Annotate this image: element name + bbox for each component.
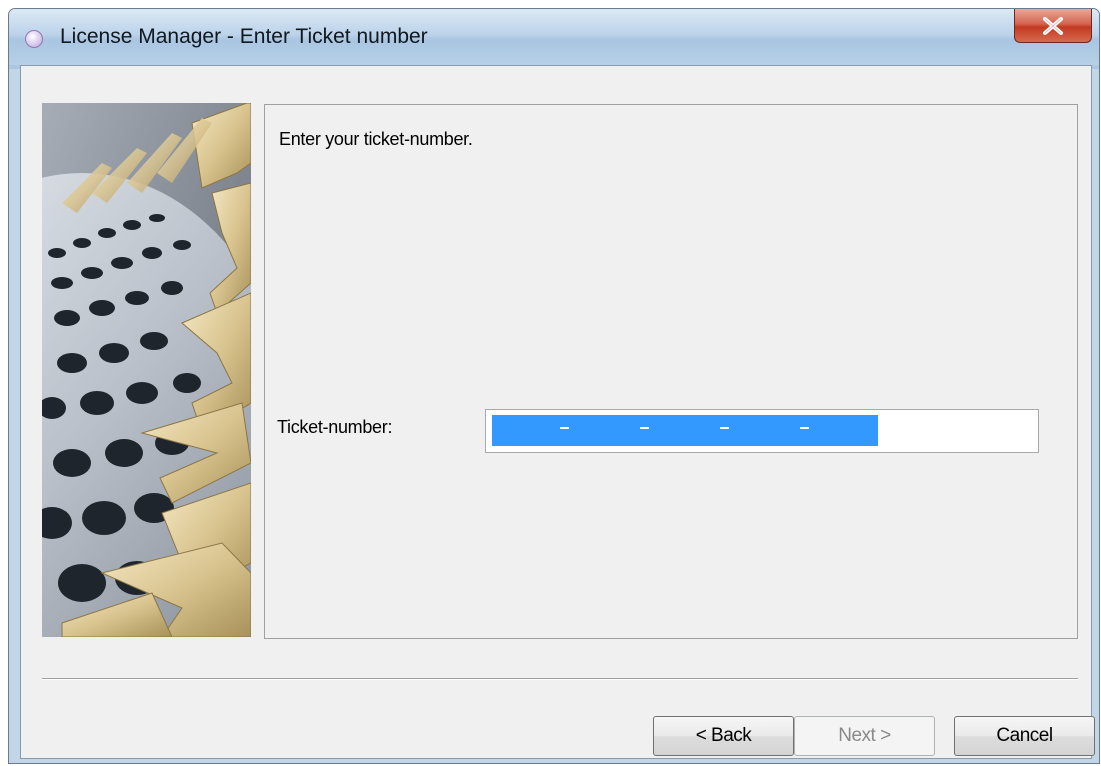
close-button[interactable] (1014, 9, 1092, 43)
wizard-side-image (42, 103, 251, 637)
dialog-client-area: Enter your ticket-number. Ticket-number:… (20, 65, 1095, 759)
ticket-separator-2 (640, 427, 649, 429)
close-icon (1043, 16, 1063, 35)
ticket-number-label: Ticket-number: (277, 417, 393, 437)
wizard-content-panel: Enter your ticket-number. Ticket-number: (264, 104, 1078, 639)
app-orb-icon (25, 30, 43, 48)
next-button[interactable]: Next > (794, 716, 935, 756)
ticket-number-input[interactable] (485, 409, 1039, 453)
title-bar[interactable]: License Manager - Enter Ticket number (9, 9, 1099, 65)
ticket-separator-1 (560, 427, 569, 429)
back-button[interactable]: < Back (653, 716, 794, 756)
window-title: License Manager - Enter Ticket number (60, 25, 428, 48)
instruction-text: Enter your ticket-number. (279, 129, 473, 149)
numbers-sphere-image (42, 103, 251, 637)
ticket-number-selection (492, 415, 878, 446)
dialog-window: License Manager - Enter Ticket number En… (8, 8, 1100, 764)
ticket-separator-3 (720, 427, 729, 429)
button-area-separator (42, 678, 1078, 680)
cancel-button[interactable]: Cancel (954, 716, 1095, 756)
ticket-separator-4 (800, 427, 809, 429)
